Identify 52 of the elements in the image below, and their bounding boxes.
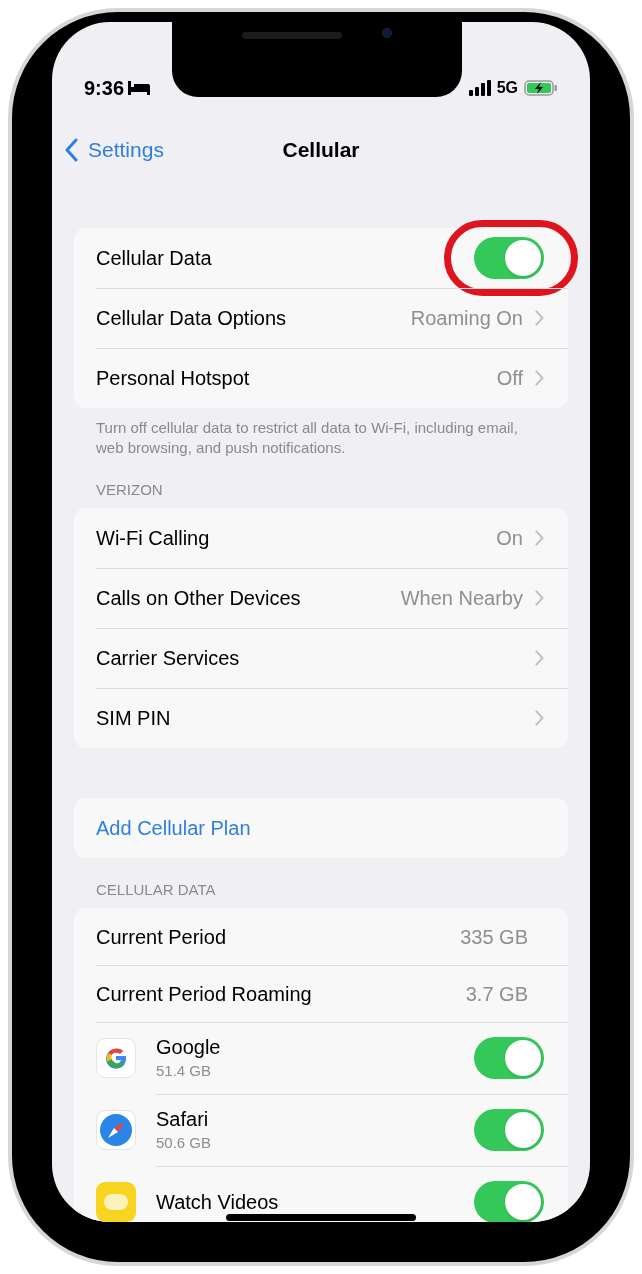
- toggle-switch[interactable]: [474, 237, 544, 279]
- row-value: Roaming On: [410, 306, 523, 330]
- section-header: VERIZON: [95, 480, 164, 500]
- row-label: Cellular Data: [96, 246, 213, 270]
- row-value: When Nearby: [400, 586, 523, 610]
- settings-row[interactable]: Add Cellular Plan: [74, 798, 568, 858]
- row-value: 3.7 GB: [465, 981, 528, 1006]
- app-name: Safari: [156, 1107, 210, 1131]
- google-app-icon: [96, 1038, 136, 1078]
- app-name: Watch Videos: [156, 1190, 280, 1214]
- data-usage: 51.4 GB: [156, 1061, 213, 1081]
- settings-row[interactable]: Wi-Fi Calling On: [74, 508, 568, 568]
- compass-app-icon: [96, 1110, 136, 1150]
- row-label: Cellular Data Options: [96, 306, 288, 330]
- back-chevron-icon: [64, 138, 78, 162]
- toggle-switch[interactable]: [474, 1181, 544, 1222]
- chevron-icon: [535, 530, 544, 546]
- section-footer: Turn off cellular data to restrict all data to Wi-Fi, including email, web browsing, and push notifications.: [74, 418, 568, 458]
- section-header: CELLULAR DATA: [95, 880, 217, 900]
- status-time: 9:36: [84, 76, 125, 100]
- row-label: Current Period: [96, 924, 228, 949]
- chevron-icon: [535, 370, 544, 386]
- toggle-switch[interactable]: [474, 1109, 544, 1151]
- data-usage: 50.6 GB: [156, 1133, 213, 1153]
- row-label: Personal Hotspot: [96, 366, 251, 390]
- battery-charging-icon: [524, 80, 558, 96]
- settings-row[interactable]: Cellular Data Options Roaming On: [74, 288, 568, 348]
- network-label: 5G: [496, 78, 518, 98]
- settings-row[interactable]: Calls on Other Devices When Nearby: [74, 568, 568, 628]
- settings-row[interactable]: Personal Hotspot Off: [74, 348, 568, 408]
- chevron-icon: [535, 650, 544, 666]
- row-label: Carrier Services: [96, 646, 241, 670]
- row-value: 335 GB: [460, 924, 528, 949]
- row-label: Calls on Other Devices: [96, 586, 302, 610]
- signal-icon: [468, 80, 491, 96]
- nav-title: Cellular: [282, 137, 360, 164]
- bed-icon: [128, 81, 151, 95]
- row-label: SIM PIN: [96, 706, 172, 730]
- chevron-icon: [535, 590, 544, 606]
- app-name: Google: [156, 1035, 222, 1059]
- row-value: Off: [496, 366, 523, 390]
- camera-lens: [382, 28, 392, 38]
- row-value: On: [496, 526, 523, 550]
- row-label: Wi-Fi Calling: [96, 526, 211, 550]
- row-label: Current Period Roaming: [96, 981, 313, 1006]
- chevron-icon: [535, 310, 544, 326]
- back-button[interactable]: Settings: [64, 134, 164, 166]
- settings-row[interactable]: SIM PIN: [74, 688, 568, 748]
- toggle-switch[interactable]: [474, 1037, 544, 1079]
- settings-row[interactable]: Carrier Services: [74, 628, 568, 688]
- action-link: Add Cellular Plan: [96, 816, 252, 840]
- chevron-icon: [535, 710, 544, 726]
